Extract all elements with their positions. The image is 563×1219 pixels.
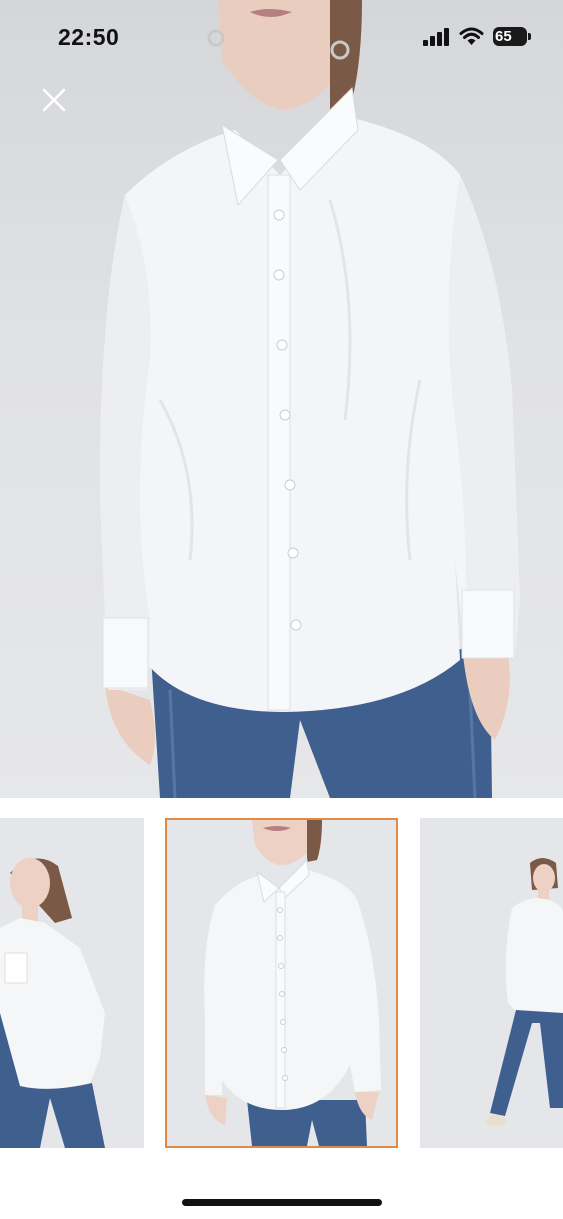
main-product-photo[interactable] [0, 0, 563, 798]
home-indicator[interactable] [182, 1199, 382, 1206]
product-image-viewer: 22:50 65 [0, 0, 563, 1219]
thumbnail-2-image [204, 820, 381, 1146]
cellular-signal-icon [423, 27, 449, 46]
thumbnail-3-image [486, 858, 563, 1127]
status-icons: 65 [423, 27, 531, 46]
status-bar: 22:50 65 [0, 0, 563, 76]
thumbnail-1[interactable] [0, 818, 144, 1148]
thumbnail-strip [0, 818, 563, 1150]
wifi-icon [459, 27, 484, 45]
close-icon [42, 88, 66, 112]
battery-icon: 65 [493, 27, 531, 46]
thumbnail-1-image [0, 858, 105, 1148]
status-time: 22:50 [58, 24, 120, 50]
thumbnail-2-selected[interactable] [165, 818, 398, 1148]
close-button[interactable] [34, 80, 74, 120]
thumbnail-3[interactable] [420, 818, 563, 1148]
model-white-shirt-photo [99, 0, 520, 798]
